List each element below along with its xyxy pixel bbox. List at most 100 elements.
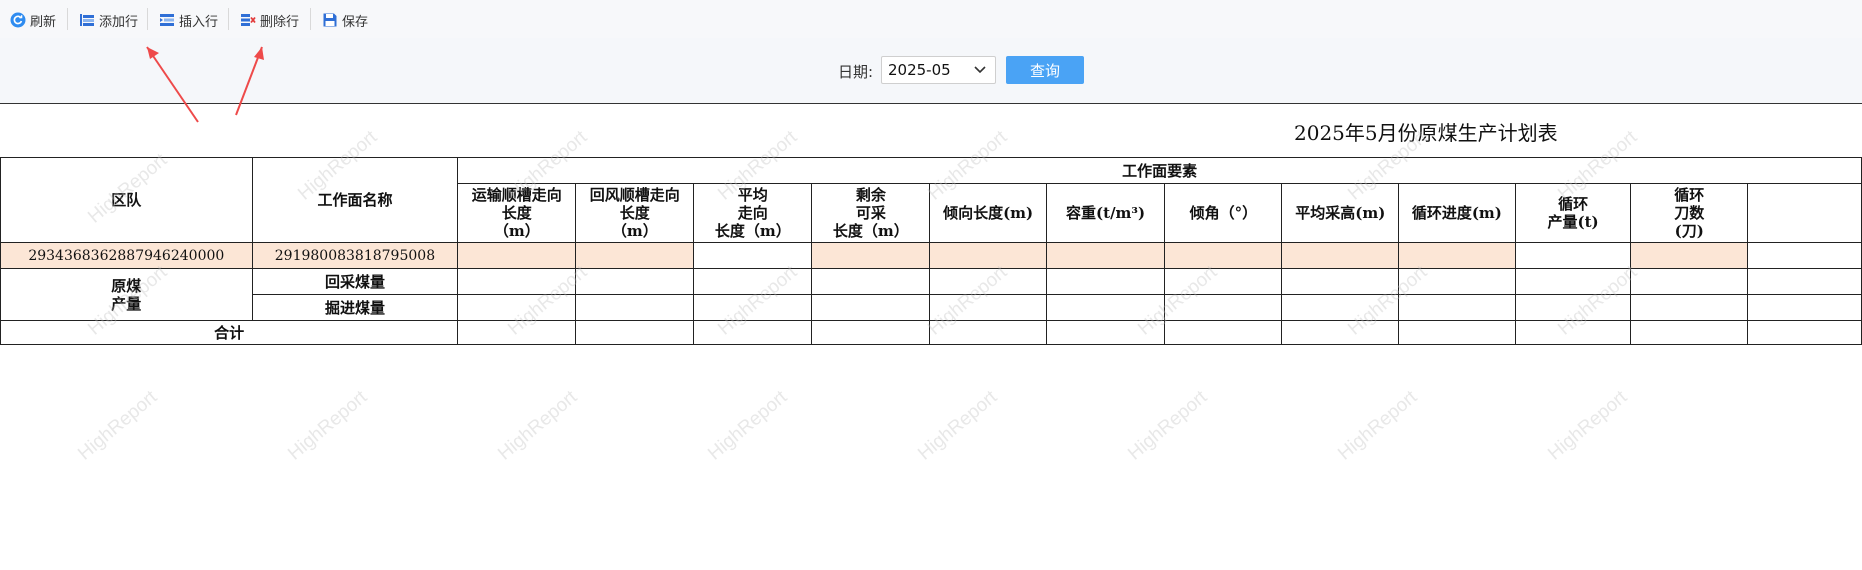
header-col: 循环 产量(t)	[1514, 183, 1632, 243]
cell	[575, 294, 695, 321]
cell	[457, 268, 577, 295]
table-row: 合计	[0, 320, 1862, 345]
cell	[457, 294, 577, 321]
cell-input[interactable]	[1045, 242, 1166, 269]
cell	[1398, 294, 1516, 321]
add-row-icon	[79, 12, 95, 28]
header-col-extra	[1746, 183, 1862, 243]
cell	[1164, 320, 1283, 345]
header-col: 平均采高(m)	[1281, 183, 1400, 243]
cell	[1630, 294, 1748, 321]
cell	[811, 294, 931, 321]
cell	[575, 320, 695, 345]
toolbar-divider	[310, 8, 311, 30]
refresh-label: 刷新	[30, 14, 57, 30]
cell	[811, 320, 931, 345]
toolbar-divider	[147, 8, 148, 30]
header-col: 容重(t/m³)	[1045, 183, 1166, 243]
cell	[1164, 294, 1283, 321]
cell-input[interactable]	[575, 242, 695, 269]
cell	[1514, 320, 1632, 345]
cell	[929, 294, 1047, 321]
toolbar: 刷新 添加行 插入行 删除行 保存	[0, 0, 1862, 39]
cell	[1514, 242, 1632, 269]
cell-input[interactable]	[1164, 242, 1283, 269]
delete-row-icon	[240, 12, 256, 28]
chevron-down-icon	[973, 62, 987, 76]
row-label-tunneling: 掘进煤量	[251, 294, 459, 321]
cell	[1045, 268, 1166, 295]
cell-input[interactable]	[811, 242, 931, 269]
cell	[1514, 268, 1632, 295]
cell-input[interactable]	[929, 242, 1047, 269]
table-row: 原煤 产量 回采煤量	[0, 268, 1862, 321]
cell	[1746, 294, 1862, 321]
refresh-button[interactable]: 刷新	[10, 10, 56, 30]
cell	[1398, 268, 1516, 295]
cell	[929, 268, 1047, 295]
cell-input[interactable]	[1630, 242, 1748, 269]
insert-row-label: 插入行	[179, 14, 219, 30]
header-col: 运输顺槽走向 长度 （m）	[457, 183, 577, 243]
cell-input[interactable]	[1281, 242, 1400, 269]
header-col: 倾角（°）	[1164, 183, 1283, 243]
delete-row-label: 删除行	[260, 14, 300, 30]
cell-face-id[interactable]: 291980083818795008	[251, 242, 459, 269]
cell	[1746, 268, 1862, 295]
cell-input[interactable]	[1398, 242, 1516, 269]
cell	[1630, 268, 1748, 295]
toolbar-divider	[228, 8, 229, 30]
row-label-raw-coal: 原煤 产量	[0, 268, 253, 321]
refresh-icon	[10, 12, 26, 28]
save-icon	[322, 12, 338, 28]
header-col: 剩余 可采 长度（m）	[811, 183, 931, 243]
delete-row-button[interactable]: 删除行	[240, 10, 299, 30]
header-col: 回风顺槽走向 长度 （m）	[575, 183, 695, 243]
cell	[1398, 320, 1516, 345]
header-col: 倾向长度(m)	[929, 183, 1047, 243]
insert-row-icon	[159, 12, 175, 28]
row-label-total: 合计	[0, 320, 459, 345]
toolbar-divider	[67, 8, 68, 30]
add-row-label: 添加行	[99, 14, 139, 30]
cell	[457, 320, 577, 345]
save-label: 保存	[342, 14, 369, 30]
header-team: 区队	[0, 157, 253, 243]
cell	[1281, 294, 1400, 321]
cell	[1045, 320, 1166, 345]
cell	[1045, 294, 1166, 321]
cell	[1164, 268, 1283, 295]
cell	[693, 242, 813, 269]
add-row-button[interactable]: 添加行	[79, 10, 138, 30]
cell	[693, 294, 813, 321]
insert-row-button[interactable]: 插入行	[159, 10, 218, 30]
query-button[interactable]: 查询	[1006, 56, 1084, 84]
header-col: 循环进度(m)	[1398, 183, 1516, 243]
cell	[1746, 242, 1862, 269]
save-button[interactable]: 保存	[322, 10, 368, 30]
row-label-mining: 回采煤量	[251, 268, 459, 295]
table-row: 掘进煤量	[1, 294, 1862, 321]
cell-team-id[interactable]: 2934368362887946240000	[0, 242, 253, 269]
cell	[811, 268, 931, 295]
cell	[1630, 320, 1748, 345]
cell	[1281, 268, 1400, 295]
cell-input[interactable]	[457, 242, 577, 269]
report-title: 2025年5月份原煤生产计划表	[1294, 121, 1558, 145]
cell	[1281, 320, 1400, 345]
header-col: 平均 走向 长度（m）	[693, 183, 813, 243]
header-elements-group: 工作面要素	[457, 157, 1862, 184]
date-label: 日期:	[838, 63, 874, 81]
header-face-name: 工作面名称	[251, 157, 459, 243]
date-value: 2025-05	[888, 61, 951, 79]
cell	[1746, 320, 1862, 345]
cell	[1514, 294, 1632, 321]
table-row: 2934368362887946240000 29198008381879500…	[0, 242, 1862, 269]
date-select[interactable]: 2025-05	[881, 56, 996, 84]
cell	[693, 320, 813, 345]
header-col: 循环 刀数 (刀)	[1630, 183, 1748, 243]
cell	[693, 268, 813, 295]
cell	[929, 320, 1047, 345]
report-table: 区队 工作面名称 工作面要素 运输顺槽走向 长度 （m） 回风顺槽走向 长度 （…	[0, 157, 1862, 345]
cell	[575, 268, 695, 295]
